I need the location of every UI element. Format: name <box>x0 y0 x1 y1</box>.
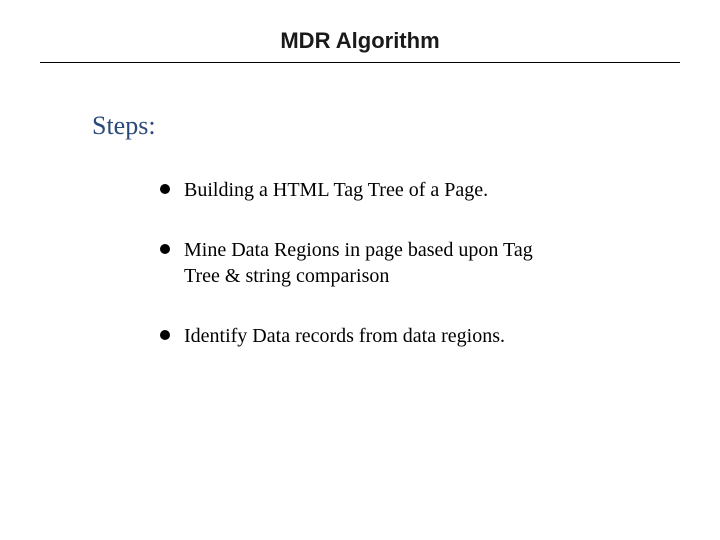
list-item-text: Identify Data records from data regions. <box>184 323 540 349</box>
bullet-icon <box>160 244 170 254</box>
bullet-icon <box>160 330 170 340</box>
section-heading: Steps: <box>92 111 720 141</box>
bullet-icon <box>160 184 170 194</box>
list-item-text: Building a HTML Tag Tree of a Page. <box>184 177 540 203</box>
list-item: Building a HTML Tag Tree of a Page. <box>160 177 540 203</box>
list-item: Identify Data records from data regions. <box>160 323 540 349</box>
title-underline <box>40 62 680 63</box>
list-item-text: Mine Data Regions in page based upon Tag… <box>184 237 540 289</box>
slide-title: MDR Algorithm <box>0 0 720 62</box>
list-item: Mine Data Regions in page based upon Tag… <box>160 237 540 289</box>
steps-list: Building a HTML Tag Tree of a Page. Mine… <box>160 177 540 349</box>
